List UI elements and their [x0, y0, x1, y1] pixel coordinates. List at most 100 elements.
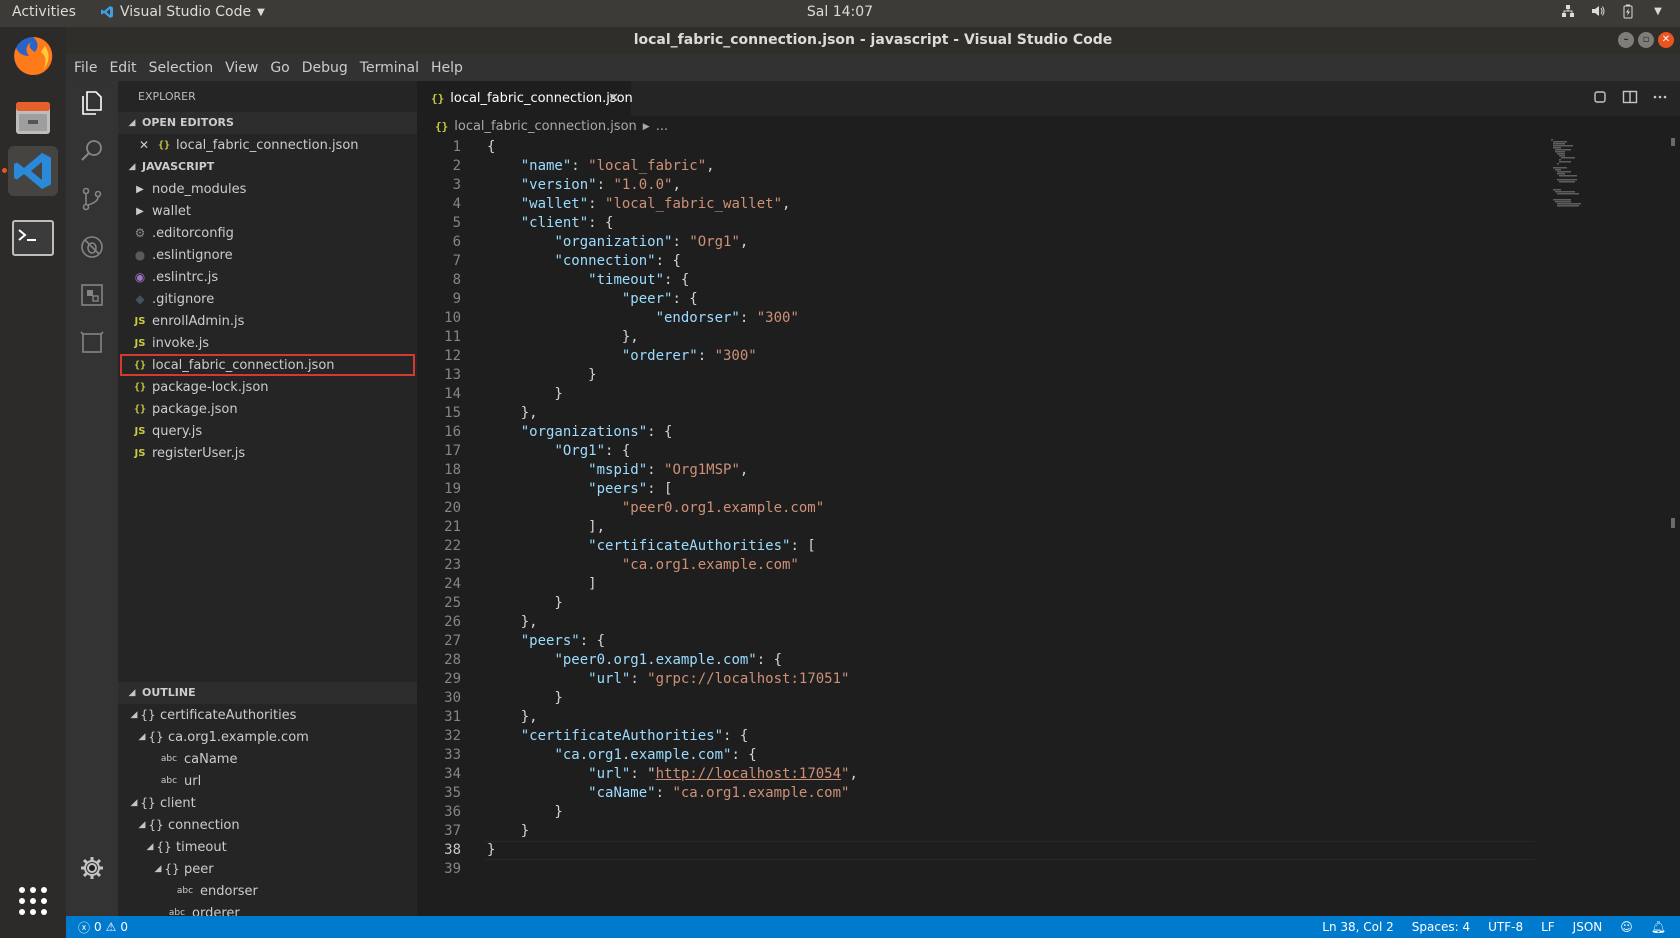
- code-line[interactable]: 10 "endorser": "300": [417, 309, 1680, 328]
- menu-selection[interactable]: Selection: [149, 60, 214, 76]
- outline-item[interactable]: abc caName: [118, 748, 417, 770]
- code-line[interactable]: 8 "timeout": {: [417, 271, 1680, 290]
- code-line[interactable]: 39: [417, 860, 1680, 879]
- app-menu[interactable]: Visual Studio Code ▼: [100, 4, 265, 20]
- code-editor[interactable]: 1{2 "name": "local_fabric", 3 "version": …: [417, 138, 1680, 879]
- code-line[interactable]: 17 "Org1": {: [417, 442, 1680, 461]
- tree-item-file[interactable]: JS invoke.js: [118, 332, 417, 354]
- open-editor-item[interactable]: ✕ {} local_fabric_connection.json: [118, 134, 417, 156]
- code-line[interactable]: 4 "wallet": "local_fabric_wallet",: [417, 195, 1680, 214]
- battery-icon[interactable]: [1620, 3, 1636, 19]
- tree-item-file[interactable]: {} package.json: [118, 398, 417, 420]
- close-tab-icon[interactable]: ✕: [608, 91, 619, 106]
- code-line[interactable]: 1{: [417, 138, 1680, 157]
- system-menu-chevron-icon[interactable]: ▼: [1650, 3, 1666, 19]
- breadcrumb-more[interactable]: ...: [656, 116, 668, 138]
- remote-explorer-button[interactable]: [76, 327, 108, 359]
- outline-item[interactable]: abc endorser: [118, 880, 417, 902]
- tree-item-file[interactable]: ⚙ .editorconfig: [118, 222, 417, 244]
- code-line[interactable]: 33 "ca.org1.example.com": {: [417, 746, 1680, 765]
- outline-item[interactable]: ◢ {} certificateAuthorities: [118, 704, 417, 726]
- code-line[interactable]: 26 },: [417, 613, 1680, 632]
- files-launcher[interactable]: [8, 93, 58, 143]
- network-icon[interactable]: [1560, 3, 1576, 19]
- code-line[interactable]: 7 "connection": {: [417, 252, 1680, 271]
- menu-help[interactable]: Help: [431, 60, 463, 76]
- code-line[interactable]: 37 }: [417, 822, 1680, 841]
- language-mode[interactable]: JSON: [1573, 920, 1603, 934]
- code-line[interactable]: 21 ],: [417, 518, 1680, 537]
- code-line[interactable]: 12 "orderer": "300": [417, 347, 1680, 366]
- tree-item-folder[interactable]: ▶ wallet: [118, 200, 417, 222]
- code-line[interactable]: 9 "peer": {: [417, 290, 1680, 309]
- folder-section-javascript[interactable]: ◢ JAVASCRIPT: [118, 156, 417, 178]
- more-actions-icon[interactable]: [1652, 89, 1668, 109]
- outline-item[interactable]: ◢ {} peer: [118, 858, 417, 880]
- show-applications-button[interactable]: [8, 876, 58, 926]
- open-changes-icon[interactable]: [1592, 89, 1608, 109]
- extensions-button[interactable]: [76, 279, 108, 311]
- code-line[interactable]: 16 "organizations": {: [417, 423, 1680, 442]
- code-line[interactable]: 3 "version": "1.0.0",: [417, 176, 1680, 195]
- explorer-button[interactable]: [76, 87, 108, 119]
- code-line[interactable]: 14 }: [417, 385, 1680, 404]
- outline-item[interactable]: ◢ {} ca.org1.example.com: [118, 726, 417, 748]
- outline-item[interactable]: ◢ {} client: [118, 792, 417, 814]
- code-line[interactable]: 27 "peers": {: [417, 632, 1680, 651]
- code-line[interactable]: 31 },: [417, 708, 1680, 727]
- code-line[interactable]: 38}: [417, 841, 1680, 860]
- vscode-launcher[interactable]: [2, 146, 58, 196]
- tab-local-fabric-connection[interactable]: {} local_fabric_connection.json ✕: [417, 81, 633, 116]
- outline-item[interactable]: ◢ {} timeout: [118, 836, 417, 858]
- outline-item[interactable]: ◢ {} connection: [118, 814, 417, 836]
- code-line[interactable]: 13 }: [417, 366, 1680, 385]
- split-editor-icon[interactable]: [1622, 89, 1638, 109]
- indentation[interactable]: Spaces: 4: [1412, 920, 1470, 934]
- tree-item-file[interactable]: JS registerUser.js: [118, 442, 417, 464]
- menu-debug[interactable]: Debug: [302, 60, 348, 76]
- cursor-position[interactable]: Ln 38, Col 2: [1322, 920, 1394, 934]
- code-line[interactable]: 30 }: [417, 689, 1680, 708]
- feedback-icon[interactable]: ☺: [1620, 920, 1633, 934]
- menu-terminal[interactable]: Terminal: [360, 60, 419, 76]
- source-control-button[interactable]: [76, 183, 108, 215]
- close-button[interactable]: ✕: [1658, 32, 1674, 48]
- maximize-button[interactable]: ▫: [1638, 32, 1654, 48]
- code-line[interactable]: 25 }: [417, 594, 1680, 613]
- code-line[interactable]: 5 "client": {: [417, 214, 1680, 233]
- tree-item-file-selected[interactable]: {} local_fabric_connection.json: [120, 354, 415, 376]
- tree-item-file[interactable]: JS query.js: [118, 420, 417, 442]
- breadcrumb-file[interactable]: local_fabric_connection.json: [454, 116, 637, 138]
- tree-item-file[interactable]: ● .eslintignore: [118, 244, 417, 266]
- tree-item-folder[interactable]: ▶ node_modules: [118, 178, 417, 200]
- minimize-button[interactable]: –: [1618, 32, 1634, 48]
- code-line[interactable]: 24 ]: [417, 575, 1680, 594]
- search-button[interactable]: [76, 135, 108, 167]
- terminal-launcher[interactable]: [8, 213, 58, 263]
- tree-item-file[interactable]: ◉ .eslintrc.js: [118, 266, 417, 288]
- code-line[interactable]: 29 "url": "grpc://localhost:17051": [417, 670, 1680, 689]
- code-line[interactable]: 34 "url": "http://localhost:17054",: [417, 765, 1680, 784]
- tree-item-file[interactable]: ◆ .gitignore: [118, 288, 417, 310]
- outline-item[interactable]: abc url: [118, 770, 417, 792]
- menu-view[interactable]: View: [225, 60, 258, 76]
- code-line[interactable]: 22 "certificateAuthorities": [: [417, 537, 1680, 556]
- menu-edit[interactable]: Edit: [109, 60, 136, 76]
- open-editors-section[interactable]: ◢ OPEN EDITORS: [118, 112, 417, 134]
- menu-file[interactable]: File: [74, 60, 97, 76]
- code-line[interactable]: 11 },: [417, 328, 1680, 347]
- minimap[interactable]: [1550, 138, 1590, 208]
- code-line[interactable]: 36 }: [417, 803, 1680, 822]
- end-of-line[interactable]: LF: [1541, 920, 1555, 934]
- volume-icon[interactable]: [1590, 3, 1606, 19]
- code-line[interactable]: 6 "organization": "Org1",: [417, 233, 1680, 252]
- settings-button[interactable]: [76, 852, 108, 884]
- clock[interactable]: Sal 14:07: [807, 4, 873, 20]
- code-line[interactable]: 23 "ca.org1.example.com": [417, 556, 1680, 575]
- code-line[interactable]: 32 "certificateAuthorities": {: [417, 727, 1680, 746]
- debug-button[interactable]: [76, 231, 108, 263]
- code-line[interactable]: 15 },: [417, 404, 1680, 423]
- code-line[interactable]: 19 "peers": [: [417, 480, 1680, 499]
- tree-item-file[interactable]: JS enrollAdmin.js: [118, 310, 417, 332]
- code-line[interactable]: 28 "peer0.org1.example.com": {: [417, 651, 1680, 670]
